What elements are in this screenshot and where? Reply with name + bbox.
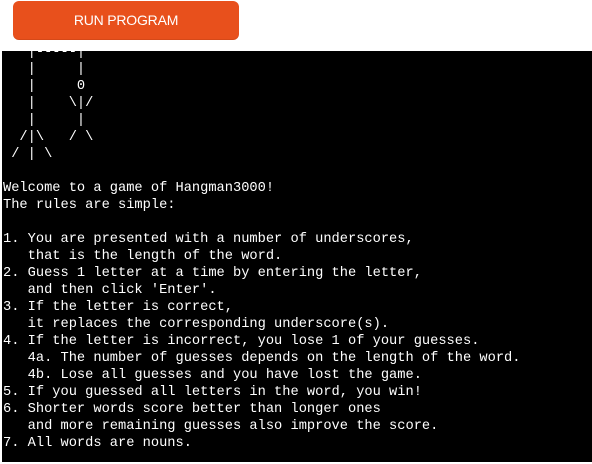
terminal-line: 5. If you guessed all letters in the wor… [3,385,422,400]
terminal-line: | 0 [3,79,86,94]
terminal-line: and then click 'Enter'. [3,283,217,298]
terminal-line: 4b. Lose all guesses and you have lost t… [3,368,422,383]
terminal-output[interactable]: |-----| | | | 0 | \|/ | | /|\ / \ / | \ W… [2,51,592,462]
terminal-text: |-----| | | | 0 | \|/ | | /|\ / \ / | \ W… [2,51,592,452]
terminal-line: and more remaining guesses also improve … [3,419,439,434]
terminal-line: /|\ / \ [3,130,94,145]
terminal-line: | | [3,62,86,77]
terminal-line: 2. Guess 1 letter at a time by entering … [3,266,422,281]
terminal-line: Welcome to a game of Hangman3000! [3,181,275,196]
terminal-line: that is the length of the word. [3,249,283,264]
terminal-line: 6. Shorter words score better than longe… [3,402,381,417]
terminal-line: 3. If the letter is correct, [3,300,233,315]
run-program-button[interactable]: RUN PROGRAM [13,1,239,40]
terminal-line: / | \ [3,147,53,162]
terminal-line: 4. If the letter is incorrect, you lose … [3,334,480,349]
terminal-line: |-----| [3,51,86,60]
terminal-line: 4a. The number of guesses depends on the… [3,351,521,366]
terminal-line: | | [3,113,86,128]
terminal-line: 1. You are presented with a number of un… [3,232,414,247]
terminal-line: The rules are simple: [3,198,176,213]
terminal-line: | \|/ [3,96,94,111]
page: RUN PROGRAM |-----| | | | 0 | \|/ | | /|… [0,0,592,464]
terminal-line: 7. All words are nouns. [3,436,192,451]
terminal-line: it replaces the corresponding underscore… [3,317,390,332]
